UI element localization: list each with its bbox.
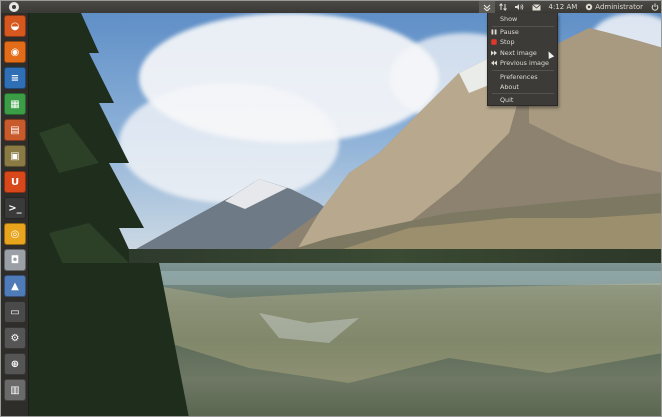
libreoffice-calc-icon[interactable]: ▦: [4, 93, 26, 115]
chromium-icon[interactable]: ◎: [4, 223, 26, 245]
lake-reflection: [29, 263, 661, 416]
image-viewer-icon[interactable]: ▲: [4, 275, 26, 297]
indicator-area: 4:12 AM Administrator: [478, 1, 662, 13]
file-archive-icon[interactable]: ▣: [4, 145, 26, 167]
network-indicator[interactable]: [495, 1, 511, 13]
menu-item-about-label: About: [500, 83, 519, 91]
volume-icon: [514, 4, 523, 10]
menu-item-stop[interactable]: Stop: [489, 37, 557, 47]
pause-icon: [491, 29, 497, 35]
ubuntu-one-icon[interactable]: U: [4, 171, 26, 193]
desktop: 4:12 AM Administrator ◒ ◉ ≡ ▦ ▤ ▣ U >_ ◎: [0, 0, 662, 417]
mail-icon: [531, 3, 541, 10]
settings-icon[interactable]: ⚙: [4, 327, 26, 349]
ubuntu-software-center-icon[interactable]: ◒: [4, 15, 26, 37]
network-icon: [498, 3, 507, 11]
menu-separator: [492, 93, 554, 94]
firefox-icon[interactable]: ◉: [4, 41, 26, 63]
stop-icon: [491, 39, 497, 45]
menu-separator: [492, 70, 554, 71]
menu-item-show-label: Show: [500, 15, 518, 23]
lock-icon[interactable]: ⊕: [4, 353, 26, 375]
menu-item-quit[interactable]: Quit: [489, 95, 557, 105]
menu-item-previous-image[interactable]: Previous image: [489, 58, 557, 68]
clock[interactable]: 4:12 AM: [545, 1, 582, 13]
next-icon: [491, 50, 497, 56]
camera-icon[interactable]: ◘: [4, 249, 26, 271]
menu-item-show[interactable]: Show: [489, 14, 557, 24]
wallpaper-changer-menu: Show Pause Stop Next image Previous imag…: [487, 13, 558, 106]
trash-icon[interactable]: ▥: [4, 379, 26, 401]
menu-item-pause-label: Pause: [500, 28, 519, 36]
wallpaper: [29, 13, 661, 416]
user-name: Administrator: [595, 3, 643, 11]
top-panel: 4:12 AM Administrator: [1, 1, 662, 13]
user-status-icon: [586, 3, 593, 11]
menu-item-pause[interactable]: Pause: [489, 27, 557, 37]
libreoffice-impress-icon[interactable]: ▤: [4, 119, 26, 141]
workspace-switcher-icon[interactable]: ▭: [4, 301, 26, 323]
terminal-icon[interactable]: >_: [4, 197, 26, 219]
wallpaper-changer-icon: [483, 4, 490, 11]
previous-icon: [491, 60, 497, 66]
user-menu[interactable]: Administrator: [581, 1, 647, 13]
launcher: ◒ ◉ ≡ ▦ ▤ ▣ U >_ ◎ ◘ ▲ ▭ ⚙ ⊕ ▥: [1, 13, 29, 416]
wallpaper-changer-indicator[interactable]: [478, 1, 495, 13]
menu-item-quit-label: Quit: [500, 96, 514, 104]
menu-item-previous-image-label: Previous image: [500, 59, 549, 67]
libreoffice-writer-icon[interactable]: ≡: [4, 67, 26, 89]
session-indicator[interactable]: [647, 1, 661, 13]
menu-item-about[interactable]: About: [489, 82, 557, 92]
menu-item-preferences[interactable]: Preferences: [489, 72, 557, 82]
ubuntu-logo-icon[interactable]: [9, 2, 19, 12]
mail-indicator[interactable]: [528, 1, 545, 13]
menu-item-stop-label: Stop: [500, 38, 515, 46]
volume-indicator[interactable]: [511, 1, 528, 13]
menu-item-next-image-label: Next image: [500, 49, 537, 57]
menu-item-preferences-label: Preferences: [500, 73, 538, 81]
power-icon: [651, 3, 659, 11]
